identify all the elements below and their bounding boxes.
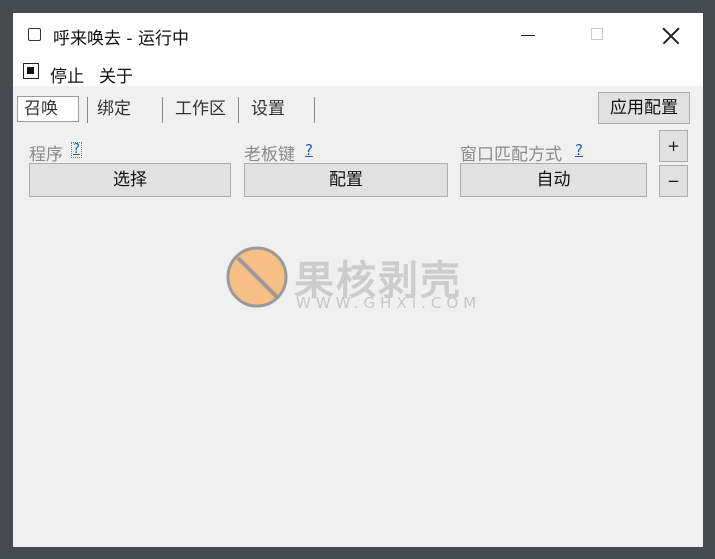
remove-entry-button[interactable]: − [659, 165, 688, 197]
tab-workspace[interactable]: 工作区 [175, 96, 226, 122]
tab-divider [162, 97, 163, 123]
tab-divider [238, 97, 239, 123]
configure-boss-key-button[interactable]: 配置 [244, 163, 448, 197]
tab-divider [87, 97, 88, 123]
boss-key-help-link[interactable]: ? [305, 141, 313, 159]
tab-divider [314, 97, 315, 123]
select-program-button[interactable]: 选择 [29, 163, 231, 197]
minimize-button[interactable] [497, 13, 557, 57]
tab-summon[interactable]: 召唤 [17, 96, 79, 122]
program-help-link[interactable]: ? [71, 142, 82, 158]
close-button[interactable] [638, 13, 698, 57]
watermark-url: WWW.GHXI.COM [296, 294, 482, 312]
main-window: 呼来唤去 - 运行中 停止 关于 召唤 绑定 工作区 设置 应用配置 程序 ? … [13, 13, 703, 547]
app-icon [28, 28, 41, 41]
menu-item-stop[interactable]: 停止 [50, 62, 84, 87]
program-label: 程序 [29, 145, 63, 165]
maximize-button[interactable] [567, 13, 627, 57]
watermark: 果核剥壳 WWW.GHXI.COM [226, 246, 506, 316]
menu-bar: 停止 关于 [13, 57, 703, 87]
menu-item-about[interactable]: 关于 [99, 62, 133, 87]
title-bar: 呼来唤去 - 运行中 [13, 13, 703, 57]
apply-config-button[interactable]: 应用配置 [598, 92, 690, 124]
window-match-dropdown[interactable]: 自动 [460, 163, 647, 197]
boss-key-label: 老板键 [244, 145, 295, 165]
tab-bind[interactable]: 绑定 [97, 96, 131, 122]
window-title: 呼来唤去 - 运行中 [53, 29, 189, 49]
window-match-help-link[interactable]: ? [575, 141, 583, 159]
stop-checkbox-icon[interactable] [23, 63, 39, 79]
tab-settings[interactable]: 设置 [251, 96, 285, 122]
add-entry-button[interactable]: + [659, 130, 688, 162]
window-match-label: 窗口匹配方式 [460, 145, 562, 165]
watermark-logo-icon [226, 246, 288, 308]
